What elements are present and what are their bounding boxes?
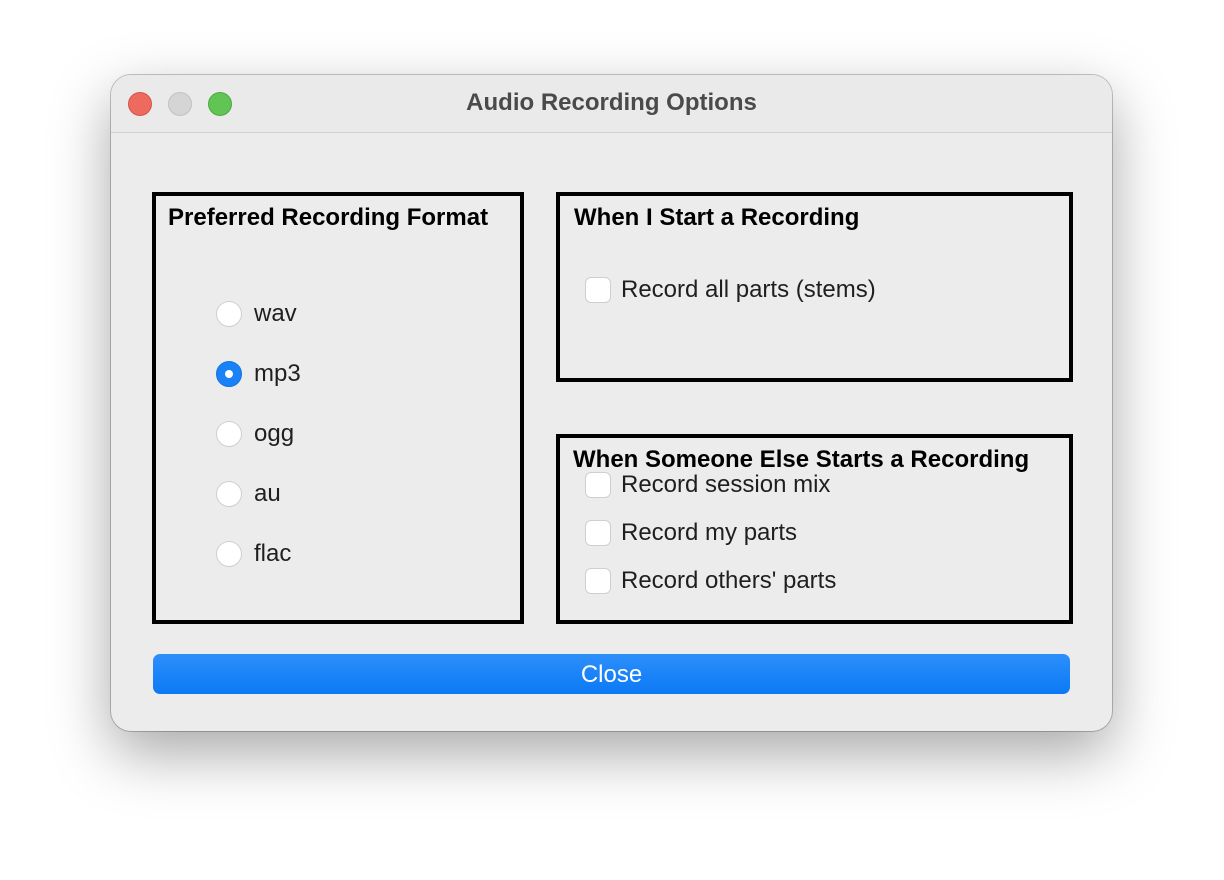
radio-label: wav bbox=[254, 300, 297, 327]
radio-option-wav[interactable]: wav bbox=[216, 300, 297, 328]
radio-button[interactable] bbox=[216, 481, 242, 507]
record-my-parts-checkbox[interactable] bbox=[585, 520, 611, 546]
radio-option-au[interactable]: au bbox=[216, 480, 281, 508]
record-session-mix-checkbox[interactable] bbox=[585, 472, 611, 498]
start-recording-group: When I Start a Recording Record all part… bbox=[556, 192, 1073, 382]
radio-label: flac bbox=[254, 540, 292, 567]
radio-label: ogg bbox=[254, 420, 295, 447]
record-my-parts-option[interactable]: Record my parts bbox=[585, 519, 797, 547]
recording-format-group: Preferred Recording Format wav mp3 ogg a… bbox=[152, 192, 524, 624]
close-button[interactable]: Close bbox=[153, 654, 1070, 694]
radio-option-ogg[interactable]: ogg bbox=[216, 420, 294, 448]
radio-option-mp3[interactable]: mp3 bbox=[216, 360, 301, 388]
record-all-parts-checkbox[interactable] bbox=[585, 277, 611, 303]
radio-button[interactable] bbox=[216, 541, 242, 567]
record-others-parts-label: Record others' parts bbox=[621, 567, 837, 594]
someone-else-recording-group-title: When Someone Else Starts a Recording bbox=[573, 446, 1032, 474]
someone-else-recording-group: When Someone Else Starts a Recording Rec… bbox=[556, 434, 1073, 624]
radio-label: au bbox=[254, 480, 281, 507]
record-my-parts-label: Record my parts bbox=[621, 519, 798, 546]
recording-format-group-title: Preferred Recording Format bbox=[168, 204, 491, 232]
radio-button-selected[interactable] bbox=[216, 361, 242, 387]
title-bar[interactable]: Audio Recording Options bbox=[111, 75, 1112, 133]
radio-button[interactable] bbox=[216, 421, 242, 447]
record-all-parts-label: Record all parts (stems) bbox=[621, 276, 876, 303]
record-session-mix-option[interactable]: Record session mix bbox=[585, 471, 830, 499]
start-recording-group-title: When I Start a Recording bbox=[574, 204, 862, 232]
record-session-mix-label: Record session mix bbox=[621, 471, 831, 498]
radio-label: mp3 bbox=[254, 360, 301, 387]
window-title: Audio Recording Options bbox=[466, 89, 757, 116]
radio-option-flac[interactable]: flac bbox=[216, 540, 291, 568]
radio-button[interactable] bbox=[216, 301, 242, 327]
record-others-parts-checkbox[interactable] bbox=[585, 568, 611, 594]
record-all-parts-option[interactable]: Record all parts (stems) bbox=[585, 276, 876, 304]
record-others-parts-option[interactable]: Record others' parts bbox=[585, 567, 836, 595]
dialog-window: Audio Recording Options Preferred Record… bbox=[111, 75, 1112, 731]
